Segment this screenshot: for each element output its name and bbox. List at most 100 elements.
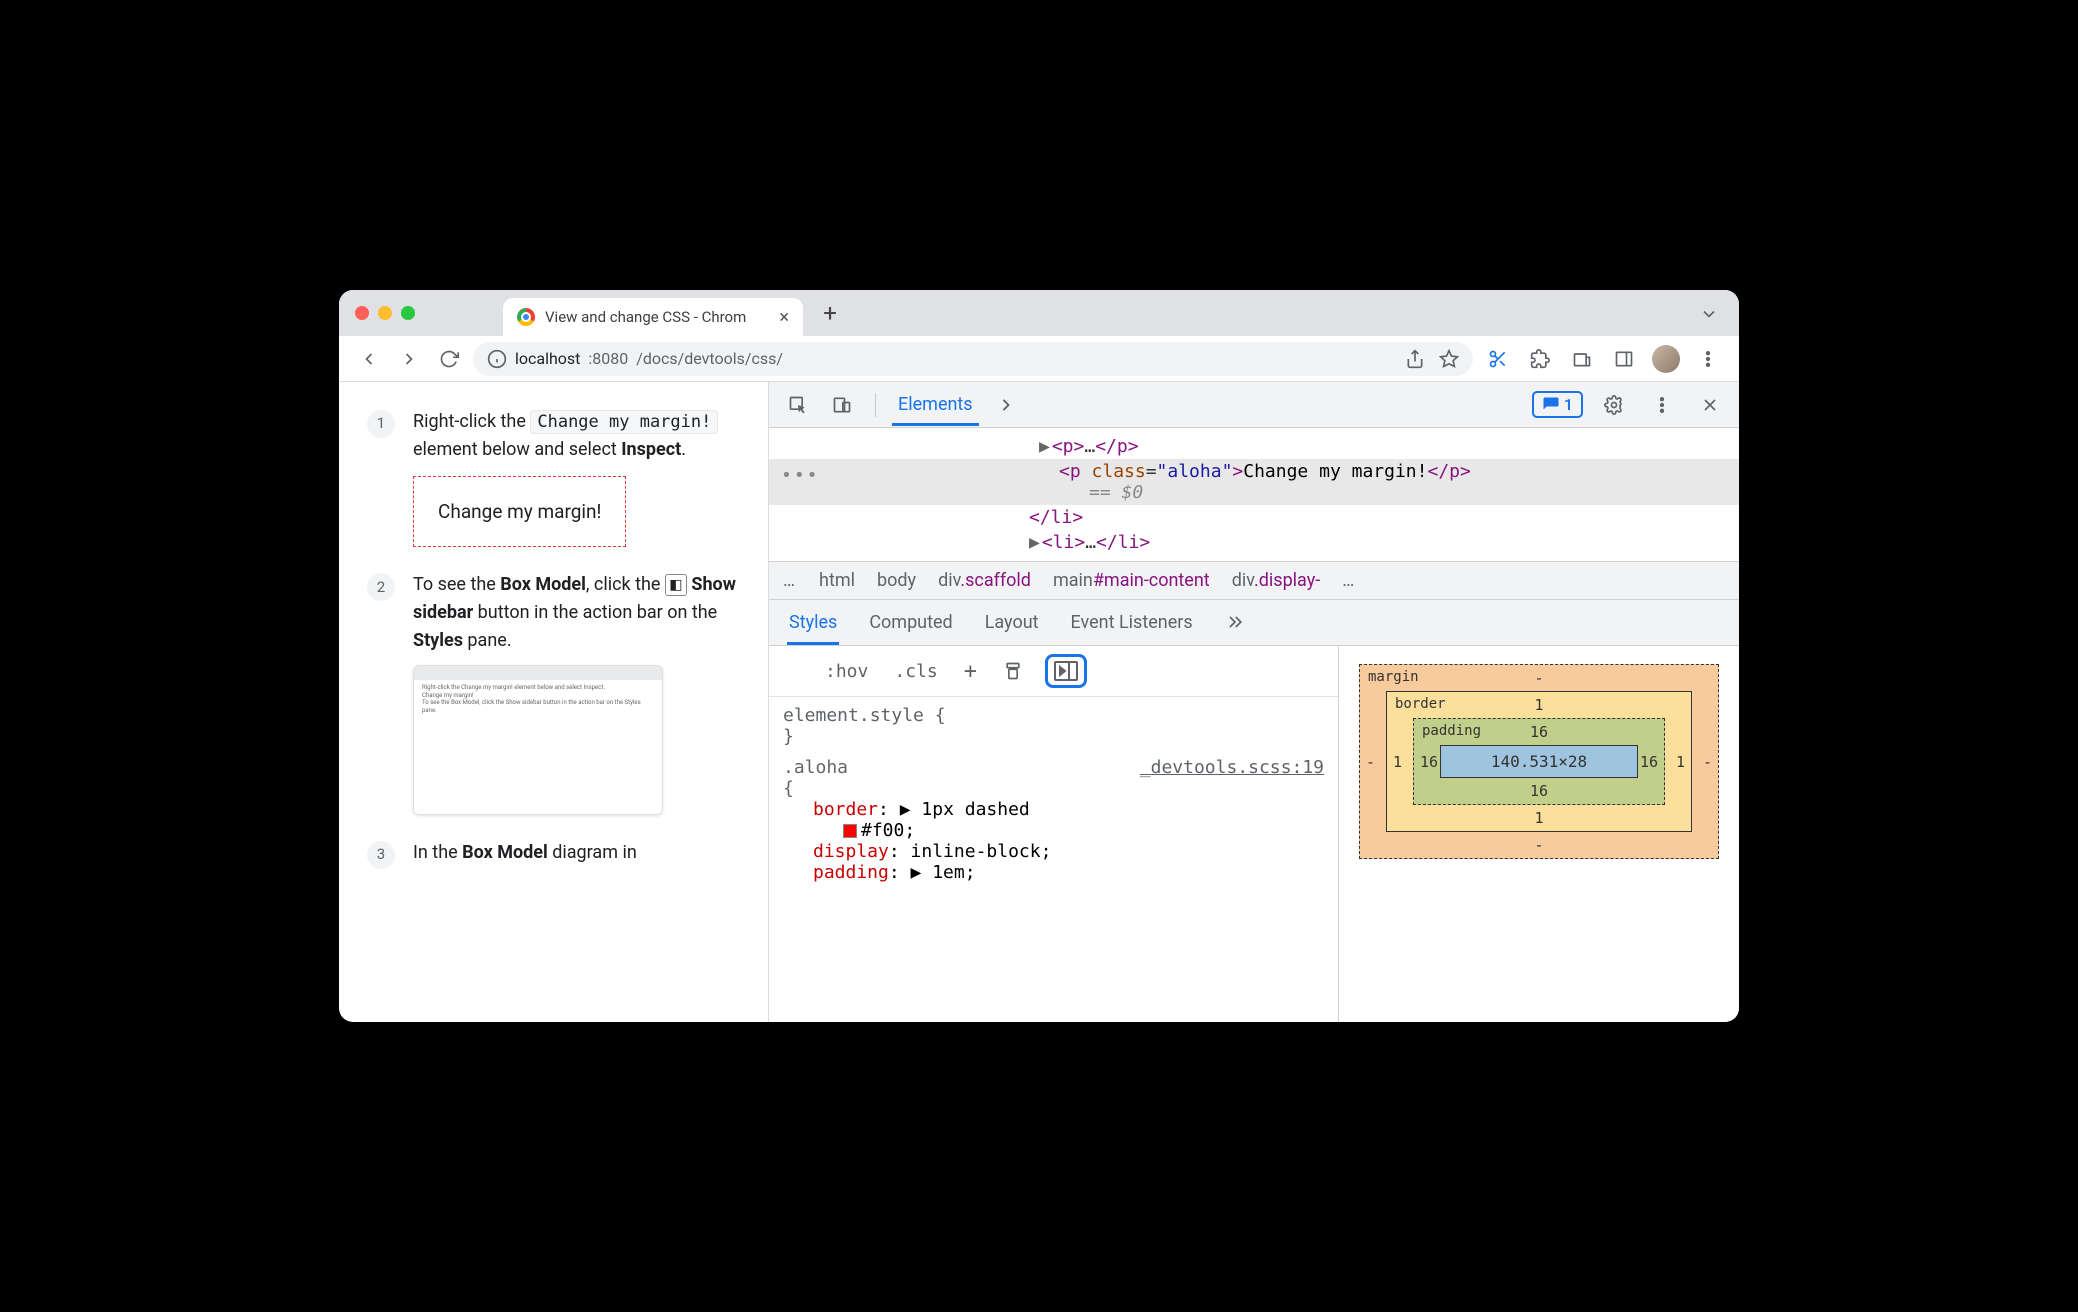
step3-text-a: In the [413,842,462,863]
css-property-value[interactable]: #f00; [783,820,1324,841]
padding-label: padding [1422,723,1481,739]
margin-label: margin [1368,669,1419,685]
step2-text-d: pane. [463,630,512,651]
padding-bottom[interactable]: 16 [1530,782,1548,800]
close-devtools-icon[interactable] [1693,388,1727,422]
forward-button[interactable] [393,343,425,375]
maximize-window-button[interactable] [401,306,415,320]
screenshot-thumbnail[interactable]: Right-click the Change my margin! elemen… [413,665,663,815]
dom-tree[interactable]: ▶<p>…</p> ••• <p class="aloha">Change my… [769,428,1739,562]
breadcrumb-item[interactable]: main#main-content [1053,570,1210,591]
styles-rules[interactable]: element.style { } .aloha _devtools.scss:… [769,697,1338,891]
box-border[interactable]: border 1 1 1 1 padding 16 16 16 16 [1386,691,1692,832]
padding-left[interactable]: 16 [1420,753,1438,771]
css-property[interactable]: display: inline-block; [783,841,1324,862]
new-style-rule-button[interactable]: + [960,657,981,686]
breadcrumb-item[interactable]: div.scaffold [938,570,1031,591]
margin-right[interactable]: - [1703,753,1712,771]
css-property[interactable]: padding: ▶ 1em; [783,862,1324,883]
css-property[interactable]: border: ▶ 1px dashed [783,799,1324,820]
elements-tab[interactable]: Elements [892,384,979,426]
source-link[interactable]: _devtools.scss:19 [1140,757,1324,778]
page-viewport: 1 Right-click the Change my margin! elem… [339,382,769,1022]
rule-header[interactable]: .aloha _devtools.scss:19 [783,757,1324,778]
tabs-menu-button[interactable] [1699,304,1719,324]
content-area: 1 Right-click the Change my margin! elem… [339,382,1739,1022]
box-content[interactable]: 140.531×28 [1440,745,1638,778]
breadcrumb-item[interactable]: div.display- [1232,570,1321,591]
margin-bottom[interactable]: - [1534,836,1543,854]
browser-tab[interactable]: View and change CSS - Chrom × [503,298,803,336]
close-tab-button[interactable]: × [779,307,789,328]
tab-styles[interactable]: Styles [787,600,839,645]
change-my-margin-target[interactable]: Change my margin! [413,476,626,547]
tab-computed[interactable]: Computed [867,600,954,645]
more-styles-tabs[interactable] [1223,600,1247,645]
breadcrumb-overflow-left[interactable]: … [783,570,797,591]
box-model-diagram[interactable]: margin - - - - border 1 1 1 1 padding [1339,646,1739,1022]
step2-bold1: Box Model [500,574,586,595]
media-icon[interactable] [1565,342,1599,376]
device-toolbar-icon[interactable] [825,388,859,422]
reload-button[interactable] [433,343,465,375]
styles-action-bar: :hov .cls + [769,646,1338,697]
more-tabs-button[interactable] [989,388,1023,422]
new-tab-button[interactable]: + [815,298,845,328]
border-right[interactable]: 1 [1676,753,1685,771]
step2-text-c: button in the action bar on the [473,602,717,623]
tab-layout[interactable]: Layout [983,600,1041,645]
element-style-rule[interactable]: element.style { } [783,705,1324,747]
breadcrumb-overflow-right[interactable]: … [1342,570,1356,591]
profile-avatar[interactable] [1649,342,1683,376]
dom-overflow-icon[interactable]: ••• [781,465,820,486]
step-number: 3 [367,841,395,869]
step3-bold: Box Model [462,842,548,863]
dom-text: Change my margin! [1243,461,1427,482]
extensions-icon[interactable] [1523,342,1557,376]
settings-icon[interactable] [1597,388,1631,422]
box-padding[interactable]: padding 16 16 16 16 140.531×28 [1413,718,1665,805]
copy-styles-icon[interactable] [999,659,1027,683]
padding-right[interactable]: 16 [1640,753,1658,771]
issues-icon [1542,396,1560,414]
back-button[interactable] [353,343,385,375]
show-sidebar-glyph: ◧ [665,574,687,596]
scissors-icon[interactable] [1481,342,1515,376]
margin-top[interactable]: - [1534,669,1543,687]
border-bottom[interactable]: 1 [1534,809,1543,827]
minimize-window-button[interactable] [378,306,392,320]
dom-node[interactable]: ▶<li>…</li> [769,530,1739,555]
address-bar[interactable]: localhost:8080/docs/devtools/css/ [473,342,1473,376]
border-top[interactable]: 1 [1534,696,1543,714]
step1-text-a: Right-click the [413,411,530,432]
close-window-button[interactable] [355,306,369,320]
tab-event-listeners[interactable]: Event Listeners [1069,600,1195,645]
step2-text-a: To see the [413,574,500,595]
margin-left[interactable]: - [1366,753,1375,771]
url-host: localhost [515,349,580,368]
cls-toggle[interactable]: .cls [890,659,941,684]
side-panel-icon[interactable] [1607,342,1641,376]
devtools-menu-icon[interactable] [1645,388,1679,422]
tab-title: View and change CSS - Chrom [545,308,746,326]
share-icon[interactable] [1405,349,1425,369]
dom-node-selected[interactable]: ••• <p class="aloha">Change my margin!</… [769,459,1739,505]
hov-toggle[interactable]: :hov [821,659,872,684]
browser-window: View and change CSS - Chrom × + localhos… [339,290,1739,1022]
padding-top[interactable]: 16 [1530,723,1548,741]
color-swatch[interactable] [843,824,857,838]
chrome-menu-button[interactable] [1691,342,1725,376]
bookmark-icon[interactable] [1439,349,1459,369]
dom-node[interactable]: </li> [769,505,1739,530]
breadcrumb-item[interactable]: html [819,570,855,591]
issues-badge[interactable]: 1 [1532,391,1583,418]
chrome-icon [517,308,535,326]
step-1: 1 Right-click the Change my margin! elem… [367,408,740,547]
border-left[interactable]: 1 [1393,753,1402,771]
inspect-element-icon[interactable] [781,388,815,422]
box-margin[interactable]: margin - - - - border 1 1 1 1 padding [1359,664,1719,859]
breadcrumb-item[interactable]: body [877,570,916,591]
site-info-icon[interactable] [487,349,507,369]
dom-node[interactable]: ▶<p>…</p> [769,434,1739,459]
show-sidebar-button[interactable] [1045,654,1087,688]
